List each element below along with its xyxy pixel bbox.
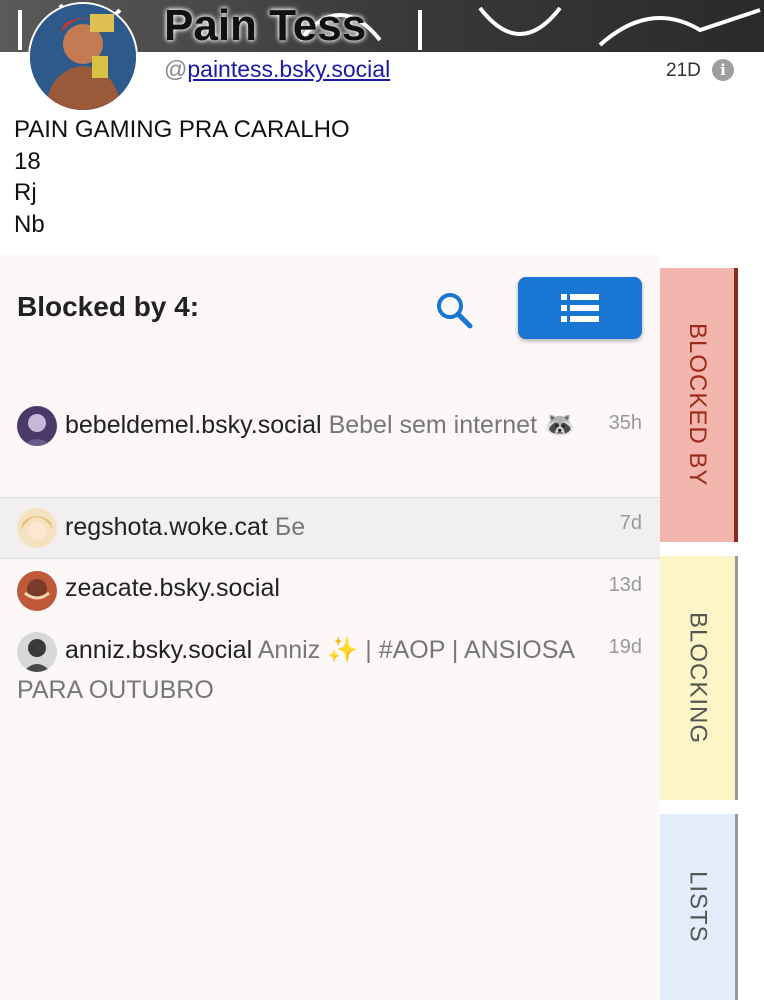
list-item[interactable]: zeacate.bsky.social 13d bbox=[0, 563, 660, 623]
row-text: zeacate.bsky.social bbox=[17, 568, 607, 608]
profile-bio: PAIN GAMING PRA CARALHO 18 Rj Nb bbox=[14, 114, 350, 240]
profile-avatar[interactable] bbox=[28, 2, 138, 112]
profile-display-name: Pain Tess bbox=[164, 1, 367, 50]
profile-handle-link[interactable]: paintess.bsky.social bbox=[187, 56, 390, 82]
info-icon[interactable]: i bbox=[712, 59, 734, 81]
row-description: Бе bbox=[274, 513, 306, 541]
row-text: anniz.bsky.social Anniz ✨ | #AOP | ANSIO… bbox=[17, 630, 607, 710]
bio-line: Nb bbox=[14, 210, 45, 238]
search-icon[interactable] bbox=[434, 290, 474, 330]
list-icon bbox=[561, 294, 599, 322]
list-item[interactable]: anniz.bsky.social Anniz ✨ | #AOP | ANSIO… bbox=[0, 626, 660, 716]
row-text: bebeldemel.bsky.social Bebel sem interne… bbox=[17, 405, 607, 445]
panel-title: Blocked by 4: bbox=[17, 291, 200, 322]
row-description: Bebel sem internet 🦝 bbox=[328, 411, 576, 439]
bio-line: 18 bbox=[14, 147, 41, 175]
handle-prefix: @ bbox=[164, 56, 188, 82]
row-handle[interactable]: zeacate.bsky.social bbox=[65, 574, 280, 602]
row-text: regshota.woke.cat Бе bbox=[17, 507, 607, 547]
bio-line: PAIN GAMING PRA CARALHO bbox=[14, 116, 350, 143]
profile-handle: @paintess.bsky.social bbox=[164, 56, 390, 83]
row-handle[interactable]: regshota.woke.cat bbox=[65, 513, 268, 541]
row-handle[interactable]: bebeldemel.bsky.social bbox=[65, 411, 322, 439]
tab-blocked-by[interactable]: BLOCKED BY bbox=[660, 268, 738, 542]
tab-blocking[interactable]: BLOCKING bbox=[660, 556, 738, 800]
tab-lists[interactable]: LISTS bbox=[660, 814, 738, 1000]
row-time: 13d bbox=[608, 574, 642, 596]
row-time: 19d bbox=[608, 636, 642, 658]
list-item[interactable]: bebeldemel.bsky.social Bebel sem interne… bbox=[0, 400, 660, 490]
row-time: 35h bbox=[608, 412, 642, 434]
bio-line: Rj bbox=[14, 179, 37, 206]
account-age: 21D bbox=[666, 60, 701, 81]
row-handle[interactable]: anniz.bsky.social bbox=[65, 636, 252, 664]
row-time: 7d bbox=[619, 512, 642, 534]
list-view-button[interactable] bbox=[518, 277, 642, 339]
list-item[interactable]: regshota.woke.cat Бе 7d bbox=[0, 497, 660, 559]
